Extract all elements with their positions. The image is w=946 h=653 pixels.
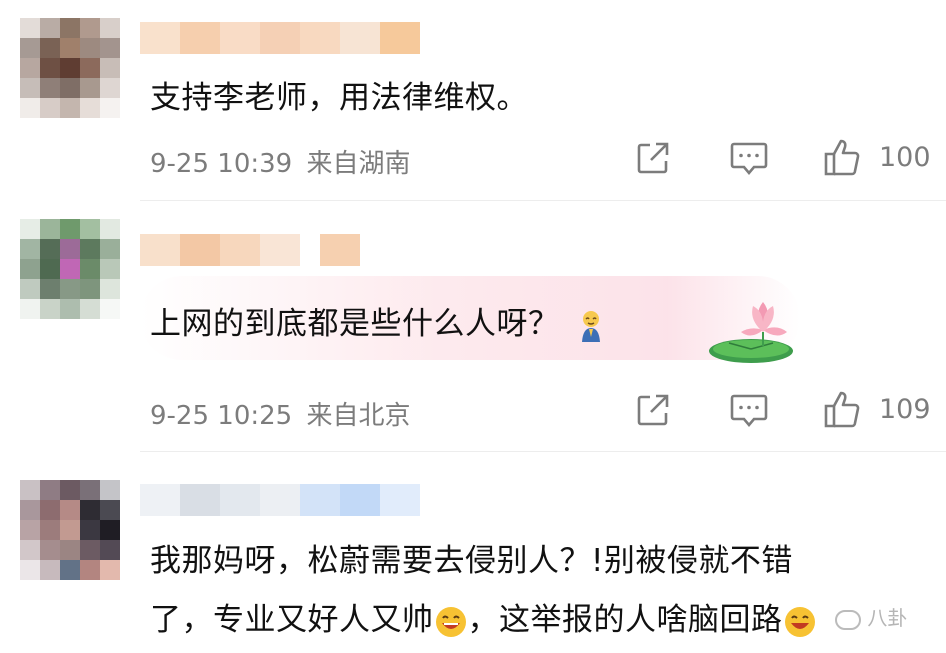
comment-text-line-2-tail: ，这举报的人啥脑回路: [467, 602, 783, 638]
comment-button[interactable]: [730, 393, 768, 429]
comment-text-line-2: 了，专业又好人又帅 ，这举报的人啥脑回路: [150, 594, 817, 639]
comment-text: 支持李老师，用法律维权。: [150, 80, 528, 116]
comment-icon: [730, 142, 768, 176]
avatar[interactable]: [20, 219, 120, 319]
comment-time: 9-25 10:25: [150, 401, 293, 431]
like-icon: [824, 139, 860, 176]
like-button[interactable]: [823, 137, 863, 177]
avatar[interactable]: [20, 18, 120, 118]
username[interactable]: [140, 234, 360, 266]
comment-item: 我那妈呀，松蔚需要去侵别人？!别被侵就不错 了，专业又好人又帅 ，这举报的人啥脑回…: [0, 452, 946, 653]
username[interactable]: [140, 22, 420, 54]
comment-time: 9-25 10:39: [150, 149, 293, 179]
comment-text: 上网的到底都是些什么人呀？: [150, 298, 608, 344]
watermark-logo-icon: [835, 609, 861, 630]
comment-item: 支持李老师，用法律维权。 9-25 10:39 来自湖南 100: [0, 0, 946, 200]
lotus-icon: [709, 302, 793, 363]
share-icon: [637, 394, 669, 426]
share-button[interactable]: [636, 393, 670, 427]
comment-text-line-2-body: 了，专业又好人又帅: [150, 602, 434, 638]
laughing-emoji-icon: [784, 606, 815, 637]
like-count: 100: [879, 142, 931, 173]
like-count: 109: [879, 394, 931, 425]
like-button[interactable]: [823, 389, 863, 429]
watermark-text: 八卦: [867, 606, 908, 630]
comment-item: 上网的到底都是些什么人呀？ 9-25 10:25 来自北京 109: [0, 201, 946, 451]
comment-location: 来自湖南: [306, 149, 411, 179]
comment-button[interactable]: [730, 141, 768, 177]
share-button[interactable]: [636, 141, 670, 175]
laughing-emoji-icon: [435, 606, 466, 637]
praying-emoji-icon: [581, 310, 600, 342]
share-icon: [637, 142, 669, 174]
comment-text-body: 上网的到底都是些什么人呀？: [150, 306, 560, 342]
comment-location: 来自北京: [306, 401, 411, 431]
username[interactable]: [140, 484, 420, 516]
comment-icon: [730, 394, 768, 428]
avatar[interactable]: [20, 480, 120, 580]
comment-meta: 9-25 10:25 来自北京: [150, 395, 410, 432]
comment-text-line-1: 我那妈呀，松蔚需要去侵别人？!别被侵就不错: [150, 543, 793, 579]
like-icon: [824, 391, 860, 428]
watermark: 八卦: [835, 602, 907, 631]
comment-meta: 9-25 10:39 来自湖南: [150, 143, 410, 180]
